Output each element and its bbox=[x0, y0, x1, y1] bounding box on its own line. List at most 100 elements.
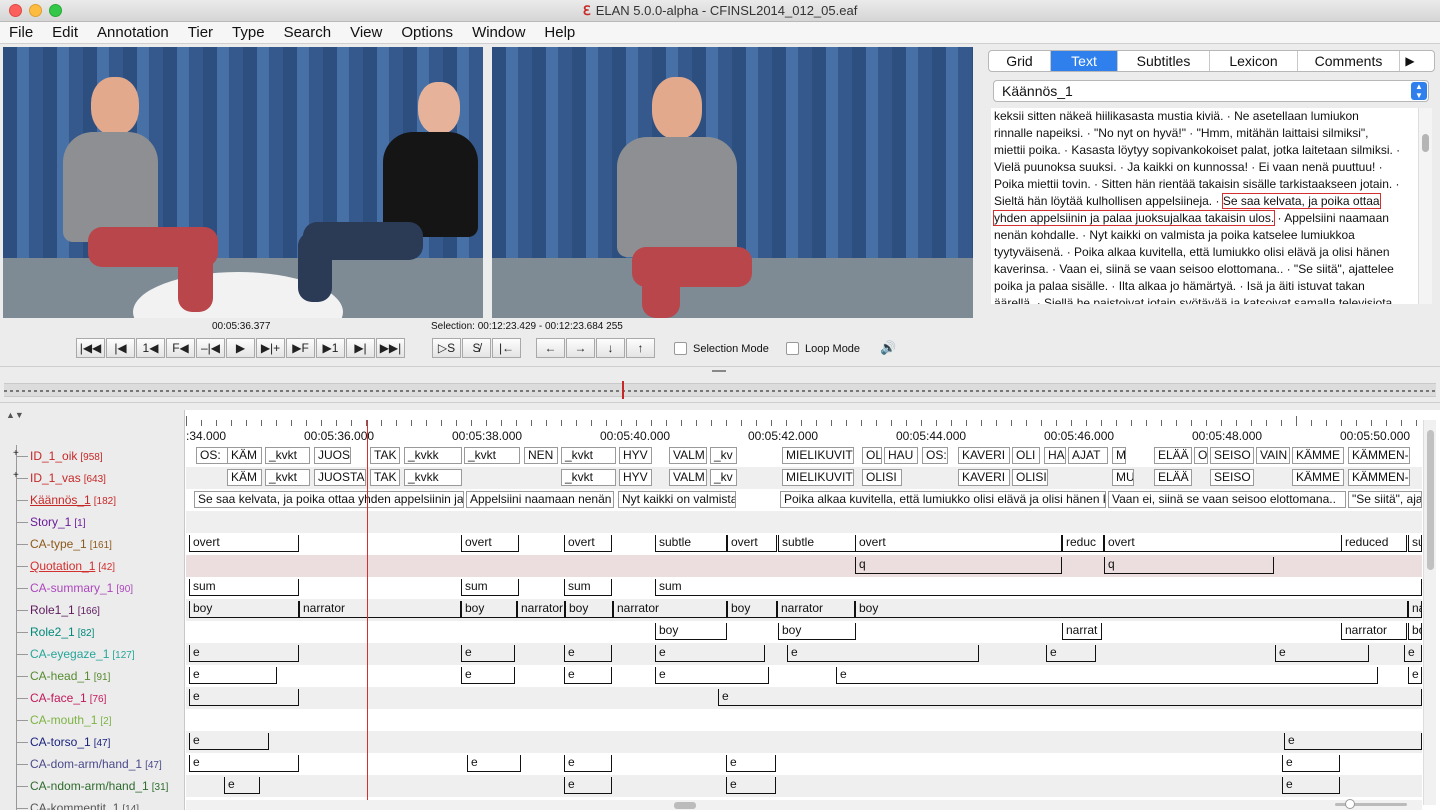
tier-label-ca-torso-1[interactable]: CA-torso_1 [47] bbox=[30, 735, 110, 749]
tab-text[interactable]: Text bbox=[1051, 51, 1118, 71]
annotation[interactable]: HA bbox=[1044, 447, 1066, 464]
annotation-down-button[interactable]: ↓ bbox=[596, 338, 625, 358]
tier-label-ca-eyegaze-1[interactable]: CA-eyegaze_1 [127] bbox=[30, 647, 135, 661]
frame-back-button[interactable]: F◀ bbox=[166, 338, 195, 358]
menu-file[interactable]: File bbox=[9, 24, 33, 41]
annotation[interactable]: ELÄÄ bbox=[1154, 469, 1192, 486]
clear-selection-button[interactable]: S̸ bbox=[462, 338, 491, 358]
timeline-vertical-scrollbar[interactable] bbox=[1423, 420, 1436, 805]
annotation[interactable]: narrat bbox=[1062, 623, 1102, 640]
selection-mode-checkbox[interactable] bbox=[674, 342, 687, 355]
annotation[interactable]: q bbox=[1104, 557, 1274, 574]
annotation[interactable]: reduced bbox=[1341, 535, 1407, 552]
annotation[interactable]: TAK bbox=[370, 447, 400, 464]
menu-help[interactable]: Help bbox=[544, 24, 575, 41]
annotation[interactable]: e bbox=[189, 689, 299, 706]
annotation[interactable]: VALM bbox=[669, 469, 707, 486]
annotation[interactable]: JUOSTA bbox=[314, 469, 366, 486]
annotation[interactable]: MIELIKUVIT bbox=[782, 447, 854, 464]
tab-grid[interactable]: Grid bbox=[989, 51, 1051, 71]
timeline-hscroll-thumb[interactable] bbox=[674, 802, 696, 809]
annotation[interactable]: boy bbox=[565, 601, 613, 618]
tab-overflow-icon[interactable]: ▶ bbox=[1400, 51, 1420, 71]
previous-frame-large-button[interactable]: |◀ bbox=[106, 338, 135, 358]
annotation[interactable]: e bbox=[787, 645, 979, 662]
tier-label-role2-1[interactable]: Role2_1 [82] bbox=[30, 625, 94, 639]
annotation[interactable]: e bbox=[1282, 777, 1340, 794]
crosshair-cursor[interactable] bbox=[367, 420, 368, 810]
splitter-bottom[interactable] bbox=[0, 402, 1440, 408]
tab-comments[interactable]: Comments bbox=[1298, 51, 1400, 71]
annotation[interactable]: KÄMMEN- bbox=[1348, 469, 1410, 486]
play-selection-forward-button[interactable]: ▶|+ bbox=[256, 338, 285, 358]
annotation[interactable]: e bbox=[564, 645, 612, 662]
annotation[interactable]: overt bbox=[564, 535, 612, 552]
annotation[interactable]: e bbox=[836, 667, 1378, 684]
annotation[interactable]: overt bbox=[461, 535, 519, 552]
annotation[interactable]: _kvkt bbox=[265, 447, 310, 464]
tier-label-ca-head-1[interactable]: CA-head_1 [91] bbox=[30, 669, 110, 683]
annotation[interactable]: boy bbox=[189, 601, 299, 618]
menu-annotation[interactable]: Annotation bbox=[97, 24, 169, 41]
annotation[interactable]: e bbox=[224, 777, 260, 794]
annotation[interactable]: NEN bbox=[524, 447, 558, 464]
annotation[interactable]: e bbox=[564, 755, 612, 772]
annotation[interactable]: Appelsiini naamaan nenän kohdalle. bbox=[466, 491, 614, 508]
annotation[interactable]: SEISO bbox=[1210, 447, 1254, 464]
step-1-back-button[interactable]: 1◀ bbox=[136, 338, 165, 358]
annotation[interactable]: _kv bbox=[710, 447, 737, 464]
annotation[interactable]: narrator bbox=[299, 601, 461, 618]
annotation[interactable]: overt bbox=[189, 535, 299, 552]
menu-type[interactable]: Type bbox=[232, 24, 265, 41]
annotation[interactable]: e bbox=[564, 777, 612, 794]
annotation[interactable]: Se saa kelvata, ja poika ottaa yhden app… bbox=[194, 491, 464, 508]
annotation[interactable]: e bbox=[726, 755, 776, 772]
text-highlight-segment[interactable]: yhden appelsiinin ja palaa juoksujalkaa … bbox=[992, 210, 1276, 226]
annotation-up-button[interactable]: ↑ bbox=[626, 338, 655, 358]
annotation[interactable]: boy bbox=[655, 623, 727, 640]
text-viewer-scroll-thumb[interactable] bbox=[1422, 134, 1429, 152]
annotation[interactable]: narrator bbox=[777, 601, 855, 618]
annotation[interactable]: KÄMME bbox=[1292, 469, 1344, 486]
menu-edit[interactable]: Edit bbox=[52, 24, 78, 41]
annotation[interactable]: e bbox=[189, 733, 269, 750]
annotation[interactable]: overt bbox=[727, 535, 777, 552]
annotation[interactable]: sum bbox=[461, 579, 519, 596]
menu-window[interactable]: Window bbox=[472, 24, 525, 41]
annotation[interactable]: e bbox=[1282, 755, 1340, 772]
annotation[interactable]: reduc bbox=[1062, 535, 1104, 552]
text-highlight-segment[interactable]: Se saa kelvata, ja poika ottaa bbox=[1221, 193, 1381, 209]
text-viewer-scrollbar[interactable] bbox=[1418, 108, 1432, 304]
annotation[interactable]: e bbox=[189, 667, 277, 684]
annotation[interactable]: _kvkk bbox=[404, 469, 462, 486]
menu-options[interactable]: Options bbox=[401, 24, 453, 41]
annotation[interactable]: _kvkt bbox=[464, 447, 520, 464]
tier-expand-icon[interactable]: + bbox=[13, 448, 19, 459]
annotation[interactable]: _kvkk bbox=[404, 447, 462, 464]
annotation[interactable]: MIELIKUVIT bbox=[782, 469, 854, 486]
annotation[interactable]: e bbox=[726, 777, 776, 794]
annotation[interactable]: SEISO bbox=[1210, 469, 1254, 486]
annotation[interactable]: _kvkt bbox=[265, 469, 310, 486]
annotation[interactable]: e bbox=[461, 667, 515, 684]
annotation[interactable]: sum bbox=[564, 579, 612, 596]
annotation[interactable]: _kvkt bbox=[561, 469, 616, 486]
volume-icon[interactable]: 🔊 bbox=[880, 340, 896, 356]
annotation[interactable]: HYV bbox=[619, 447, 652, 464]
annotation[interactable]: e bbox=[564, 667, 612, 684]
annotation[interactable]: Nyt kaikki on valmista bbox=[618, 491, 736, 508]
annotation[interactable]: JUOS bbox=[314, 447, 351, 464]
tier-label-ca-summary-1[interactable]: CA-summary_1 [90] bbox=[30, 581, 133, 595]
go-to-end-button[interactable]: ▶▶| bbox=[376, 338, 405, 358]
annotation[interactable]: OS: bbox=[922, 447, 948, 464]
selection-boundary-button[interactable]: |← bbox=[492, 338, 521, 358]
annotation[interactable]: e bbox=[1275, 645, 1369, 662]
tier-label-ca-kommentit-1[interactable]: CA-kommentit_1 [14] bbox=[30, 801, 139, 810]
tier-label-k-nn-s-1[interactable]: Käännös_1 [182] bbox=[30, 493, 116, 507]
annotation[interactable]: subtle bbox=[655, 535, 727, 552]
annotation[interactable]: HAU bbox=[884, 447, 918, 464]
annotation[interactable]: VALM bbox=[669, 447, 707, 464]
overview-cursor[interactable] bbox=[622, 381, 624, 399]
annotation[interactable]: boy bbox=[855, 601, 1408, 618]
annotation[interactable]: overt bbox=[1104, 535, 1342, 552]
